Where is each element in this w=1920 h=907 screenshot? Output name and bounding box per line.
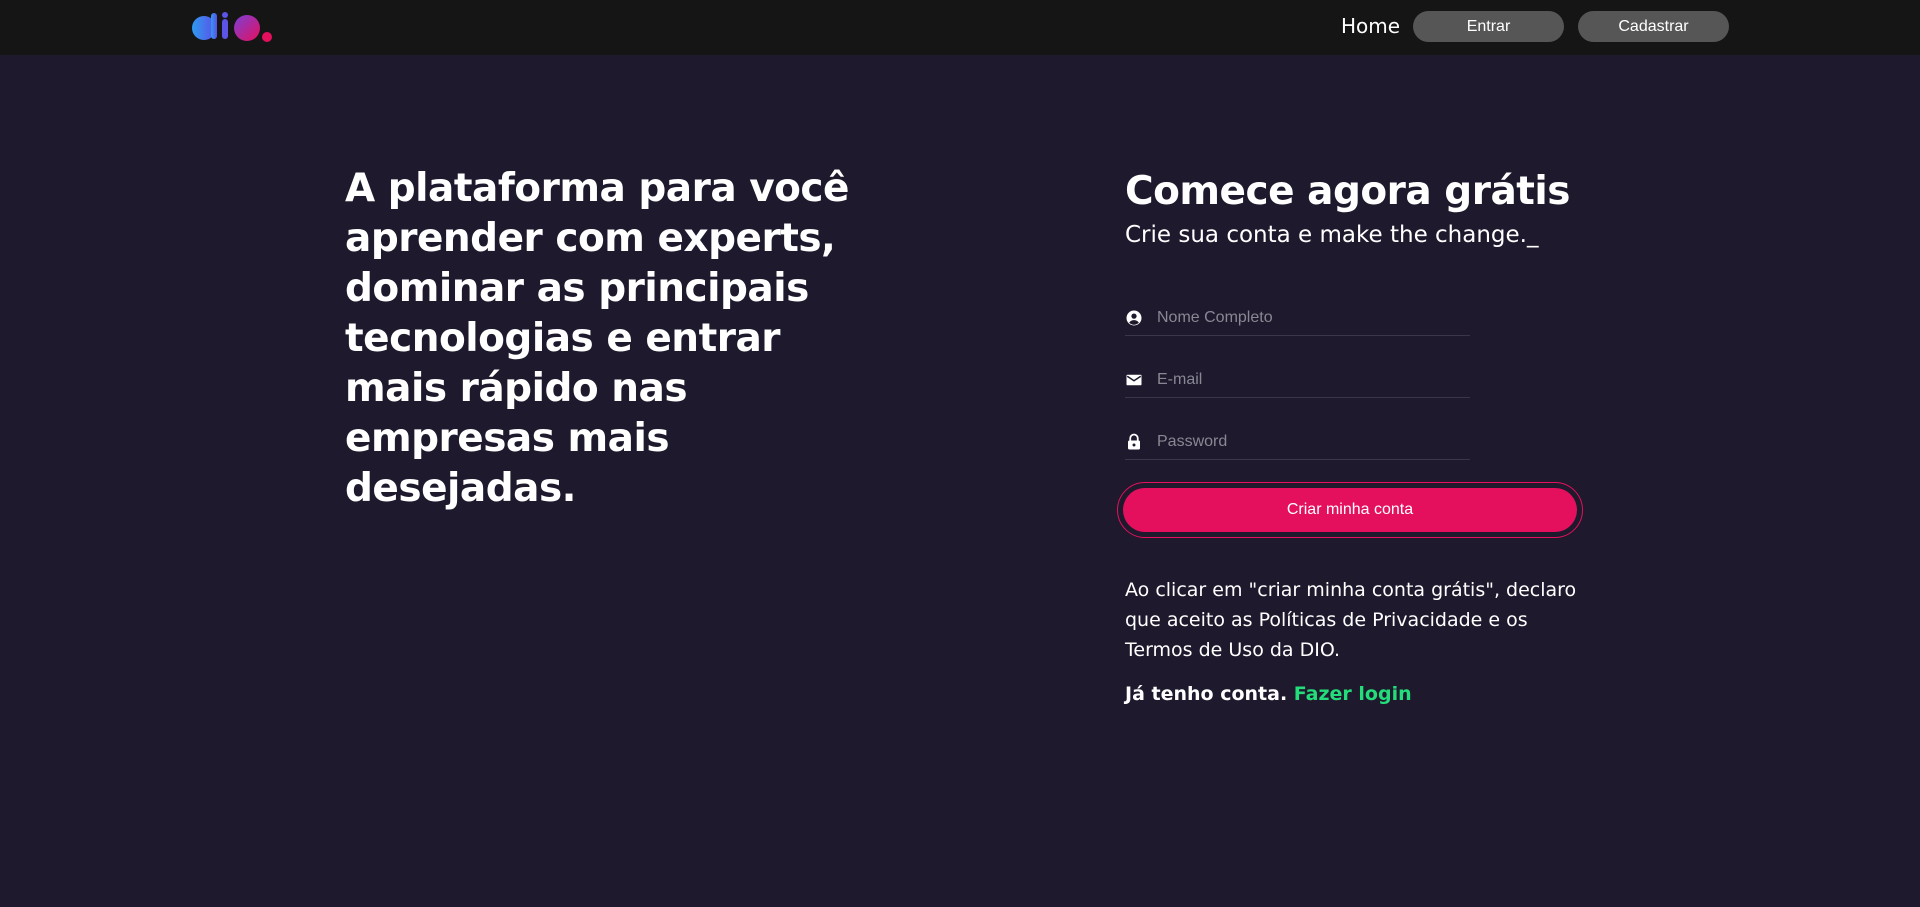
account-circle-icon xyxy=(1125,309,1143,327)
have-account-text: Já tenho conta. xyxy=(1125,683,1288,705)
nav-home-link[interactable]: Home xyxy=(1341,14,1400,38)
create-account-button[interactable]: Criar minha conta xyxy=(1123,488,1577,532)
name-field-row xyxy=(1125,300,1470,336)
lock-icon xyxy=(1125,433,1143,451)
mail-icon xyxy=(1125,371,1143,389)
hero-headline: A plataforma para você aprender com expe… xyxy=(345,166,850,511)
submit-button-outline: Criar minha conta xyxy=(1117,482,1583,538)
signup-button[interactable]: Cadastrar xyxy=(1578,11,1729,42)
login-link[interactable]: Fazer login xyxy=(1294,683,1412,705)
signup-title: Comece agora grátis xyxy=(1125,169,1571,214)
login-prompt: Já tenho conta. Fazer login xyxy=(1125,681,1412,707)
terms-text: Ao clicar em "criar minha conta grátis",… xyxy=(1125,579,1577,661)
top-header: Home Entrar Cadastrar xyxy=(0,0,1920,55)
email-input[interactable] xyxy=(1157,370,1457,389)
name-input[interactable] xyxy=(1157,308,1457,327)
dio-logo[interactable] xyxy=(191,11,273,43)
password-field-row xyxy=(1125,424,1470,460)
signup-subtitle: Crie sua conta e make the change._ xyxy=(1125,222,1539,248)
signup-form: Comece agora grátis Crie sua conta e mak… xyxy=(1117,164,1585,705)
login-button[interactable]: Entrar xyxy=(1413,11,1564,42)
password-input[interactable] xyxy=(1157,432,1457,451)
email-field-row xyxy=(1125,362,1470,398)
